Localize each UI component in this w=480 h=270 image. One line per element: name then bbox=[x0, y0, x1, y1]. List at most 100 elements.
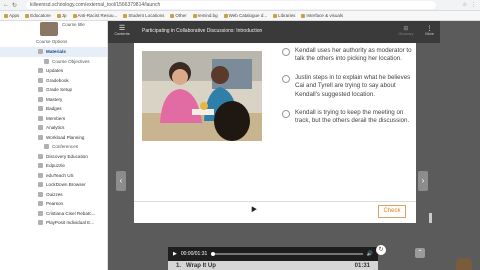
sidebar-item-label: eduTeach US bbox=[46, 172, 74, 178]
bookmark-icon bbox=[170, 13, 175, 18]
back-icon[interactable]: ← bbox=[3, 2, 9, 9]
glossary-icon: ⊞ bbox=[403, 26, 409, 32]
sidebar-item-icon bbox=[38, 77, 43, 83]
contents-button[interactable]: ☰ Contents bbox=[114, 25, 130, 36]
bookmark-item[interactable]: Educatore bbox=[25, 13, 51, 18]
extensions-icon[interactable]: ⋮ bbox=[471, 2, 476, 8]
sidebar-item-label: PlayPosit Individual E... bbox=[46, 220, 95, 226]
sidebar-item[interactable]: Analytics bbox=[0, 123, 107, 133]
contents-label: Contents bbox=[114, 32, 130, 36]
scroll-up-icon[interactable]: ⌃ bbox=[415, 248, 425, 258]
more-button[interactable]: ⋮ More bbox=[425, 25, 434, 36]
sidebar-item[interactable]: Discovery Education bbox=[0, 152, 107, 162]
sidebar-item-label: Course Objectives bbox=[52, 58, 90, 64]
sidebar-item[interactable]: Cristiana Cisel Rebatc... bbox=[0, 209, 107, 219]
sidebar-menu: Materials Course Objectives Updates Gradebo… bbox=[0, 47, 107, 228]
more-icon: ⋮ bbox=[426, 26, 433, 32]
bookmark-icon bbox=[25, 13, 30, 18]
player-header: ☰ Contents Participating in Collaborativ… bbox=[108, 21, 440, 43]
bookmark-item[interactable]: Libraries bbox=[273, 13, 295, 18]
bookmark-item[interactable]: Student Locations bbox=[123, 13, 164, 18]
sidebar-item-label: Conferences bbox=[52, 144, 79, 150]
sidebar-item[interactable]: Workload Planning bbox=[0, 133, 107, 143]
check-button[interactable]: Check bbox=[378, 205, 406, 218]
next-arrow-icon[interactable]: › bbox=[418, 171, 428, 191]
sidebar-item-label: Mastery bbox=[46, 96, 63, 102]
sidebar-item-label: Members bbox=[46, 115, 66, 121]
sidebar-item-icon bbox=[38, 153, 43, 159]
sidebar-item-icon bbox=[38, 201, 43, 207]
sidebar-item[interactable]: eduTeach US bbox=[0, 171, 107, 181]
lesson-canvas: Kendall uses her authority as moderator … bbox=[108, 43, 440, 270]
radio-icon[interactable] bbox=[282, 110, 290, 119]
sidebar-item[interactable]: Course Objectives bbox=[0, 57, 107, 67]
answer-option[interactable]: Justin steps in to explain what he belie… bbox=[282, 74, 412, 99]
bookmark-icon bbox=[72, 13, 77, 18]
bookmark-item[interactable]: remind.bg bbox=[192, 13, 218, 18]
sidebar-item[interactable]: Members bbox=[0, 114, 107, 124]
bookmark-icon bbox=[56, 13, 61, 18]
bookmark-item[interactable]: Other bbox=[170, 13, 187, 18]
divider bbox=[134, 201, 416, 202]
sidebar-item[interactable]: Ouizzes bbox=[0, 190, 107, 200]
sidebar-item-label: Workload Planning bbox=[46, 134, 85, 140]
course-options[interactable]: Course Options bbox=[36, 39, 67, 44]
sidebar-item-icon bbox=[38, 220, 43, 226]
sidebar-item[interactable]: Badges bbox=[0, 104, 107, 114]
volume-icon[interactable]: 🔊 bbox=[367, 251, 373, 257]
option-text: Kendall is trying to keep the meeting on… bbox=[295, 109, 410, 125]
sidebar-item-icon bbox=[38, 115, 43, 121]
sidebar-item[interactable]: Materials bbox=[0, 47, 107, 57]
audio-seek-bar[interactable] bbox=[211, 252, 363, 256]
bookmark-item[interactable]: Apps bbox=[4, 13, 19, 18]
more-label: More bbox=[425, 32, 434, 36]
address-bar[interactable]: killeenisd.schoology.com/external_tool/1… bbox=[26, 1, 436, 9]
bookmark-item[interactable]: Jp bbox=[56, 13, 67, 18]
sidebar-item-label: Pearson bbox=[46, 201, 64, 207]
glossary-button[interactable]: ⊞ Glossary bbox=[398, 25, 413, 36]
bookmark-item[interactable]: Interface & visuals bbox=[301, 13, 343, 18]
sidebar-item-label: Discovery Education bbox=[46, 153, 88, 159]
radio-icon[interactable] bbox=[282, 74, 290, 83]
track-name: 1. Wrap It Up bbox=[176, 262, 216, 269]
sidebar-item[interactable]: Gradebook bbox=[0, 76, 107, 86]
answer-option[interactable]: Kendall uses her authority as moderator … bbox=[282, 47, 412, 64]
audio-player: ▶ 00:00/01:31 🔊 1. Wrap It Up 01:31 bbox=[168, 247, 378, 270]
sidebar-item[interactable]: Updates bbox=[0, 66, 107, 76]
sidebar-item[interactable]: LockDown Browser bbox=[0, 180, 107, 190]
sidebar-item[interactable]: Mastery bbox=[0, 95, 107, 105]
bookmark-item[interactable]: Anti-Racist Resou... bbox=[72, 13, 117, 18]
bookmark-item[interactable]: Web Catalogue d... bbox=[223, 13, 267, 18]
radio-icon[interactable] bbox=[282, 48, 290, 56]
sidebar-item-label: Updates bbox=[46, 68, 64, 74]
star-icon[interactable]: ☆ bbox=[463, 2, 467, 8]
sidebar-item-label: Gradebook bbox=[46, 77, 69, 83]
browser-actions: ☆ ⋮ bbox=[440, 2, 480, 8]
reload-icon[interactable]: ↻ bbox=[12, 2, 17, 9]
sidebar-item[interactable]: Conferences bbox=[0, 142, 107, 152]
audio-time: 00:00/01:31 bbox=[180, 251, 208, 257]
classroom-photo bbox=[142, 51, 262, 141]
browser-nav: ← ↻ bbox=[0, 2, 22, 9]
bookmark-icon bbox=[223, 13, 228, 18]
course-title[interactable]: Course title bbox=[62, 22, 102, 27]
right-gutter bbox=[440, 21, 480, 270]
sidebar-item-label: Badges bbox=[46, 106, 62, 112]
sidebar-item[interactable]: Pearson bbox=[0, 199, 107, 209]
answer-option[interactable]: Kendall is trying to keep the meeting on… bbox=[282, 109, 412, 126]
course-sidebar: Course title Course Options Materials Cou… bbox=[0, 21, 108, 270]
play-icon[interactable]: ▶ bbox=[173, 251, 177, 257]
sidebar-item-icon bbox=[38, 68, 43, 74]
replay-icon[interactable]: ↻ bbox=[376, 245, 386, 255]
scrollbar-thumb[interactable] bbox=[429, 213, 432, 223]
previous-arrow-icon[interactable]: ‹ bbox=[116, 171, 126, 191]
glossary-label: Glossary bbox=[398, 32, 414, 36]
audio-track[interactable]: 1. Wrap It Up 01:31 bbox=[168, 261, 378, 270]
sidebar-item-label: Edpuzzle bbox=[46, 163, 65, 169]
course-thumbnail bbox=[40, 22, 58, 36]
sidebar-item[interactable]: PlayPosit Individual E... bbox=[0, 218, 107, 228]
sidebar-item[interactable]: Edpuzzle bbox=[0, 161, 107, 171]
audio-controls: ▶ 00:00/01:31 🔊 bbox=[168, 247, 378, 261]
avatar[interactable] bbox=[456, 258, 472, 270]
sidebar-item[interactable]: Grade Setup bbox=[0, 85, 107, 95]
